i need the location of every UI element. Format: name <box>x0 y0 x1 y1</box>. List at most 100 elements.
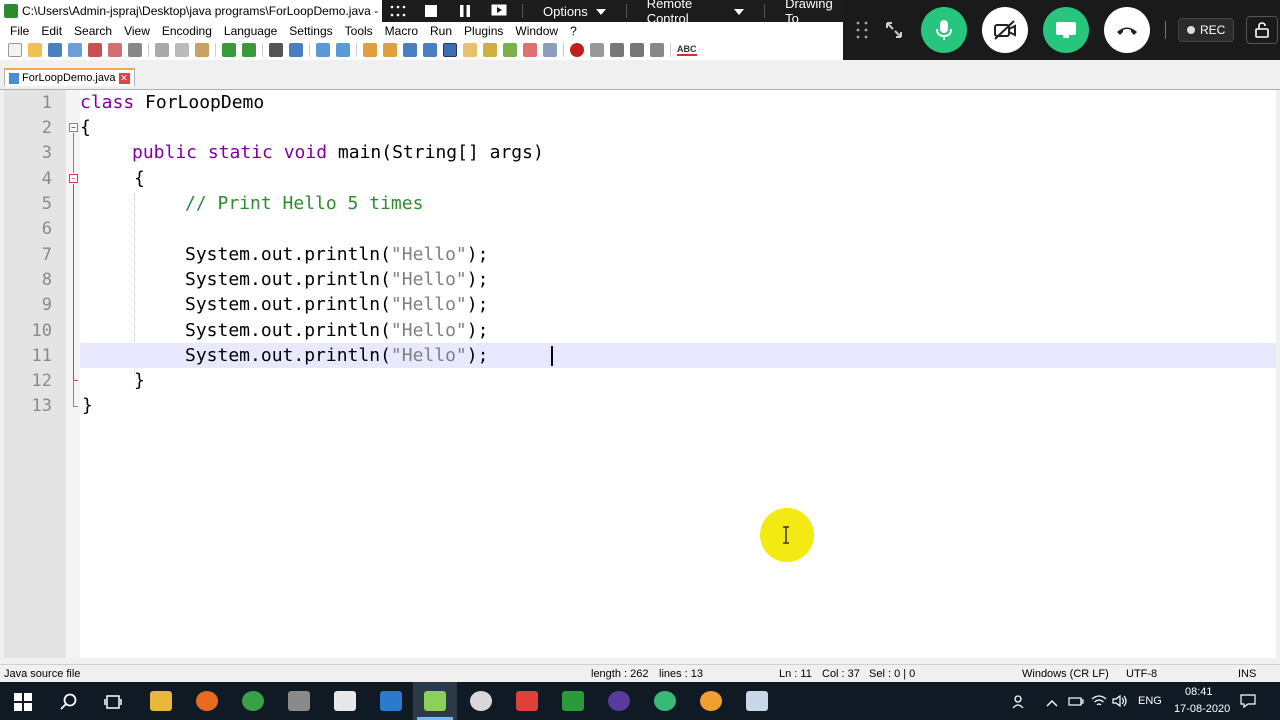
pause-button[interactable] <box>448 0 482 22</box>
spellcheck-icon[interactable]: ABC <box>677 44 697 56</box>
vscode-icon[interactable] <box>380 691 402 711</box>
clock-date[interactable]: 17-08-2020 <box>1174 703 1230 715</box>
zoom-in-icon[interactable] <box>316 43 330 57</box>
share-screen-button[interactable] <box>1043 7 1089 53</box>
replace-icon[interactable] <box>289 43 303 57</box>
menu-encoding[interactable]: Encoding <box>156 24 218 38</box>
eclipse-icon[interactable] <box>608 691 630 711</box>
firefox-icon[interactable] <box>196 691 218 711</box>
menu-language[interactable]: Language <box>218 24 283 38</box>
close-file-icon[interactable] <box>88 43 102 57</box>
paint-icon[interactable] <box>746 691 768 711</box>
fold-line <box>73 133 74 173</box>
run-macro-multiple-icon[interactable] <box>630 43 644 57</box>
windows-taskbar: ENG 08:41 17-08-2020 <box>0 682 1280 720</box>
language-indicator[interactable]: ENG <box>1138 695 1162 707</box>
phone-hangup-icon <box>1117 27 1137 35</box>
monitoring-icon[interactable] <box>543 43 557 57</box>
folder-workspace-icon[interactable] <box>523 43 537 57</box>
user-lang-icon[interactable] <box>463 43 477 57</box>
line-number: 2 <box>41 118 52 138</box>
excel-icon[interactable] <box>562 691 584 711</box>
menu-window[interactable]: Window <box>509 24 564 38</box>
record-button[interactable]: REC <box>1178 18 1235 42</box>
hang-up-button[interactable] <box>1104 7 1150 53</box>
find-icon[interactable] <box>269 43 283 57</box>
chevron-up-icon[interactable] <box>1046 696 1058 710</box>
copy-icon[interactable] <box>175 43 189 57</box>
open-file-icon[interactable] <box>28 43 42 57</box>
code-editor[interactable]: class ForLoopDemo { public static void m… <box>80 90 1276 658</box>
save-all-icon[interactable] <box>68 43 82 57</box>
search-icon[interactable] <box>60 693 78 714</box>
save-macro-icon[interactable] <box>650 43 664 57</box>
new-file-icon[interactable] <box>8 43 22 57</box>
settings-app-icon[interactable] <box>700 691 722 711</box>
file-explorer-icon[interactable] <box>150 691 172 711</box>
doc-map-icon[interactable] <box>483 43 497 57</box>
paste-icon[interactable] <box>195 43 209 57</box>
camera-off-button[interactable] <box>982 7 1028 53</box>
word-wrap-icon[interactable] <box>403 43 417 57</box>
screen-share-icon[interactable] <box>482 0 516 22</box>
wifi-icon[interactable] <box>1091 694 1107 711</box>
line-number-gutter: 1 2 3 4 5 6 7 8 9 10 11 12 13 <box>4 90 66 658</box>
menu-edit[interactable]: Edit <box>35 24 68 38</box>
app-icon[interactable] <box>470 691 492 711</box>
tab-forloopdemo[interactable]: ForLoopDemo.java ✕ <box>4 68 135 86</box>
record-macro-icon[interactable] <box>570 43 584 57</box>
sync-horizontal-icon[interactable] <box>383 43 397 57</box>
cut-icon[interactable] <box>155 43 169 57</box>
print-icon[interactable] <box>128 43 142 57</box>
chrome-icon[interactable] <box>242 691 264 711</box>
volume-icon[interactable] <box>1112 694 1128 711</box>
notifications-icon[interactable] <box>1240 694 1256 711</box>
windows-start-icon[interactable] <box>14 693 32 714</box>
drag-handle-icon[interactable] <box>851 19 873 41</box>
save-icon[interactable] <box>48 43 62 57</box>
show-all-chars-icon[interactable] <box>423 43 437 57</box>
options-menu[interactable]: Options <box>529 4 620 19</box>
database-icon[interactable] <box>288 691 310 711</box>
notepad-plus-plus-task-icon[interactable] <box>424 691 446 711</box>
menu-help[interactable]: ? <box>564 24 583 38</box>
menu-tools[interactable]: Tools <box>339 24 379 38</box>
fold-margin: − − <box>66 90 80 658</box>
stop-button[interactable] <box>414 0 448 22</box>
expand-icon[interactable] <box>881 17 907 43</box>
microphone-button[interactable] <box>921 7 967 53</box>
menu-file[interactable]: File <box>4 24 35 38</box>
people-icon[interactable] <box>1012 694 1028 713</box>
fold-toggle-icon[interactable]: − <box>69 123 78 132</box>
close-all-icon[interactable] <box>108 43 122 57</box>
menu-view[interactable]: View <box>118 24 156 38</box>
menu-macro[interactable]: Macro <box>379 24 424 38</box>
line-number: 12 <box>31 371 52 391</box>
function-list-icon[interactable] <box>503 43 517 57</box>
close-tab-icon[interactable]: ✕ <box>118 72 130 84</box>
anydesk-icon[interactable] <box>516 691 538 711</box>
fold-line <box>73 184 74 380</box>
fold-toggle-icon[interactable]: − <box>69 174 78 183</box>
sync-vertical-icon[interactable] <box>363 43 377 57</box>
play-macro-icon[interactable] <box>610 43 624 57</box>
code-line-7: System.out.println("Hello"); <box>185 244 489 265</box>
grip-icon[interactable] <box>382 0 414 22</box>
indent-guide-icon[interactable] <box>443 43 457 57</box>
code-line-3: public static void main(String[] args) <box>132 142 544 163</box>
lock-button[interactable] <box>1246 16 1279 44</box>
menu-settings[interactable]: Settings <box>283 24 338 38</box>
chat-app-icon[interactable] <box>654 691 676 711</box>
clock-time[interactable]: 08:41 <box>1185 686 1213 698</box>
zoom-out-icon[interactable] <box>336 43 350 57</box>
menu-run[interactable]: Run <box>424 24 458 38</box>
undo-icon[interactable] <box>222 43 236 57</box>
menu-plugins[interactable]: Plugins <box>458 24 509 38</box>
menu-search[interactable]: Search <box>68 24 118 38</box>
stop-macro-icon[interactable] <box>590 43 604 57</box>
document-icon[interactable] <box>334 691 356 711</box>
battery-icon[interactable] <box>1068 694 1084 711</box>
redo-icon[interactable] <box>242 43 256 57</box>
task-view-icon[interactable] <box>104 693 122 714</box>
window-title: C:\Users\Admin-jspraj\Desktop\java progr… <box>22 4 401 18</box>
